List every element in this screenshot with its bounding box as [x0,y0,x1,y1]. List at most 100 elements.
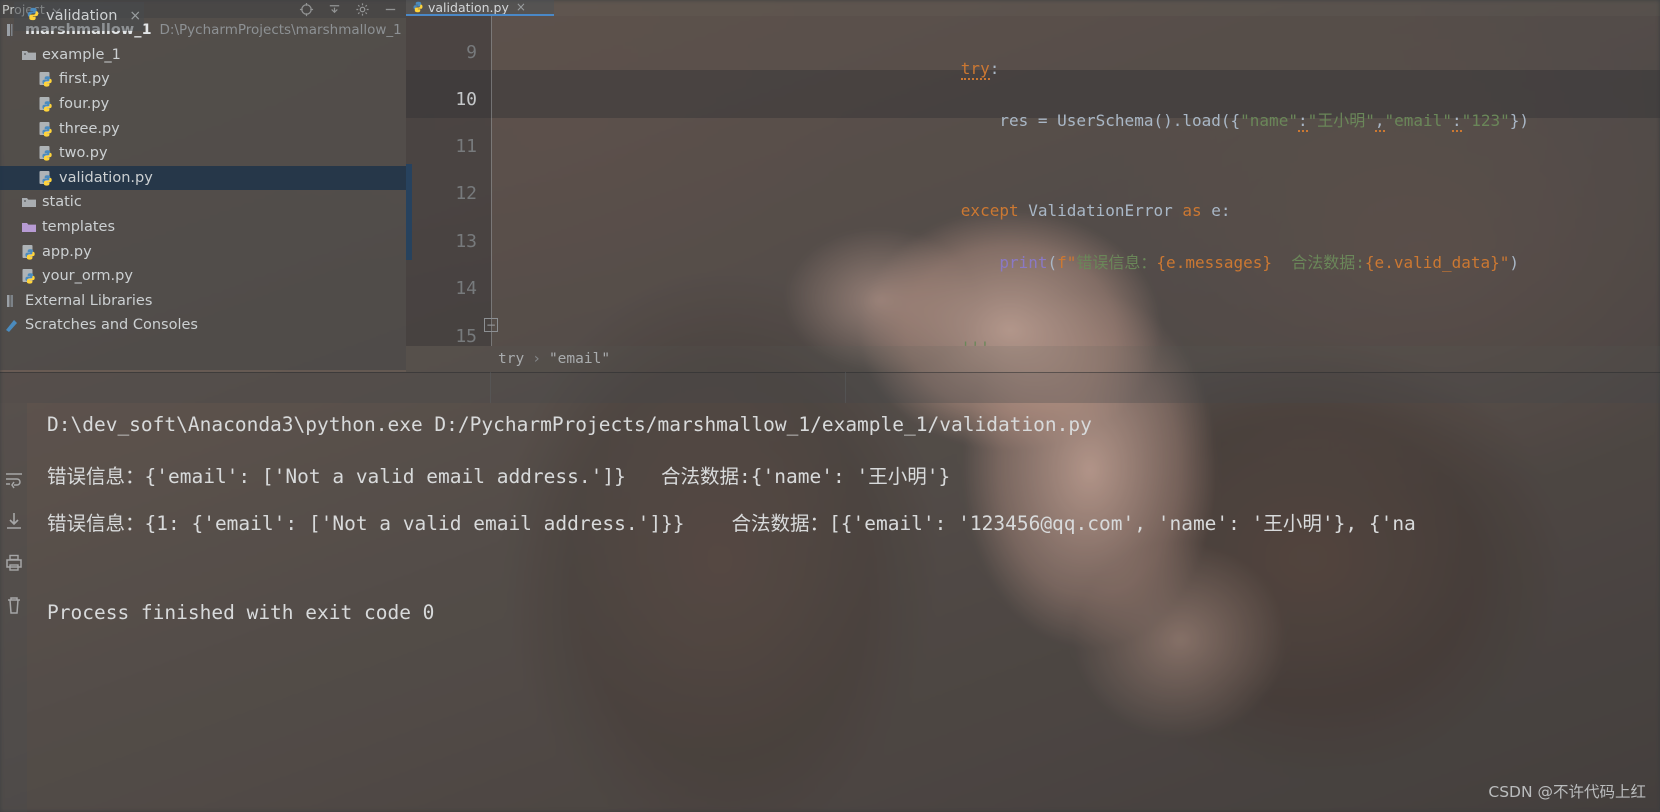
editor-tab-bar [406,0,1660,16]
python-icon [21,268,37,284]
breadcrumb[interactable]: try › "email" [406,346,1660,372]
code-fn-print: print [999,253,1048,272]
tree-item-first-py[interactable]: first.py [0,67,406,92]
console-line-0: D:\dev_soft\Anaconda3\python.exe D:/Pych… [47,413,1092,436]
tree-item-app-py[interactable]: app.py [0,239,406,264]
code-fstring-open: f" [1057,253,1077,272]
python-icon [38,96,54,112]
tree-item-your-orm-py[interactable]: your_orm.py [0,264,406,289]
tree-item-label: your_orm.py [42,268,133,285]
console-line-2: 错误信息：{1: {'email': ['Not a valid email a… [47,512,1416,535]
editor-tab-label: validation.py [428,0,509,15]
run-tabbar-divider-1 [490,372,491,403]
tree-item-two-py[interactable]: two.py [0,141,406,166]
code-paren-open: ( [1047,253,1058,272]
code-fstring-expr2: {e.valid_data} [1364,253,1500,272]
pycharm-window: Project marshmallow_1D:\PycharmProjects\… [0,0,1660,812]
code-validationerror: ValidationError [1018,201,1183,220]
tree-item-label: two.py [59,145,108,162]
wrap-text-icon[interactable] [4,469,24,493]
scroll-to-end-icon[interactable] [4,511,24,535]
folder-purple-icon [21,219,37,235]
python-icon [412,0,424,14]
code-indent-13 [961,253,1000,272]
line-number-9: 9 [466,42,477,63]
console-toolbar [0,403,27,812]
tree-item-path: D:\PycharmProjects\marshmallow_1 [159,22,402,39]
console-line-4: Process finished with exit code 0 [47,601,435,624]
trash-icon[interactable] [4,595,24,619]
tree-item-label: Scratches and Consoles [25,317,198,334]
print-icon[interactable] [4,553,24,577]
breadcrumb-item-email[interactable]: "email" [549,351,610,367]
code-keyword-try: try [960,59,990,80]
tree-item-three-py[interactable]: three.py [0,116,406,141]
python-icon [38,71,54,88]
close-icon[interactable]: × [129,8,141,24]
tree-item-label: templates [42,219,116,236]
run-tool-window-tabbar [0,372,1660,403]
console-line-1: 错误信息：{'email': ['Not a valid email addre… [47,465,951,488]
line-number-10: 10 [455,89,477,110]
library-icon [4,293,20,309]
python-icon [26,6,40,25]
python-icon [38,170,54,186]
breadcrumb-separator: › [532,351,541,367]
settings-gear-icon[interactable] [355,2,370,17]
folder-icon [21,194,37,210]
tree-item-validation-py[interactable]: validation.py [0,165,406,191]
code-line-10[interactable]: res = UserSchema().load({"name":"王小明","e… [903,88,1529,150]
run-tab-label: validation [46,7,118,24]
tree-item-static[interactable]: static [0,190,406,215]
tree-item-label: example_1 [42,46,121,63]
line-number-14: 14 [455,278,477,299]
code-keyword-except: except [960,201,1019,220]
close-icon[interactable]: × [516,0,526,14]
code-fstring-expr1: {e.messages} [1156,253,1273,272]
code-editor[interactable]: 9 10 11 12 13 14 15 try: res = UserSchem… [406,16,1660,357]
code-value-email: "123" [1461,111,1510,130]
tree-item-label: External Libraries [25,292,153,309]
minimize-icon[interactable] [383,2,398,17]
line-number-15: 15 [455,326,477,347]
code-key-email: "email" [1384,111,1452,130]
code-fstring-close: " [1499,253,1510,272]
locate-icon[interactable] [299,2,314,17]
run-tab-validation[interactable]: validation × [14,2,144,31]
code-comma: , [1374,111,1385,132]
scratch-icon [4,317,20,333]
code-key-name: "name" [1240,111,1298,130]
code-line-13[interactable]: print(f"错误信息：{e.messages} 合法数据:{e.valid_… [903,230,1519,292]
code-fstring-text1: 错误信息： [1076,253,1157,272]
breadcrumb-item-try[interactable]: try [498,351,524,367]
code-paren-close: ) [1509,253,1520,272]
tree-item-label: four.py [59,96,110,113]
editor-tab-validation[interactable]: validation.py × [406,0,554,16]
code-fstring-text2: 合法数据: [1272,253,1365,272]
run-tabbar-divider-2 [845,372,846,403]
line-number-11: 11 [455,136,477,157]
fold-guide-line [491,16,492,346]
folder-icon [21,47,37,63]
code-colon-9: : [989,59,1000,78]
line-number-13: 13 [455,231,477,252]
tree-item-scratches-and-consoles[interactable]: Scratches and Consoles [0,313,406,338]
tree-item-label: static [42,194,82,211]
tree-item-label: first.py [59,71,110,88]
code-value-name: "王小明" [1307,111,1375,130]
tree-item-templates[interactable]: templates [0,215,406,240]
tree-item-example-1[interactable]: example_1 [0,43,406,68]
tree-item-label: validation.py [59,169,153,186]
project-tree-panel[interactable]: marshmallow_1D:\PycharmProjects\marshmal… [0,18,406,370]
tree-item-four-py[interactable]: four.py [0,92,406,117]
collapse-all-icon[interactable] [327,2,342,17]
tree-item-external-libraries[interactable]: External Libraries [0,289,406,314]
code-colon-b: : [1451,111,1462,132]
tree-item-label: three.py [59,120,120,137]
code-colon-a: : [1297,111,1308,132]
run-console-output[interactable]: D:\dev_soft\Anaconda3\python.exe D:/Pych… [27,403,1660,812]
tree-item-label: app.py [42,243,92,260]
code-close-paren: }) [1509,111,1530,130]
watermark: CSDN @不许代码上红 [1488,783,1646,801]
fold-collapse-marker[interactable]: − [484,318,498,332]
